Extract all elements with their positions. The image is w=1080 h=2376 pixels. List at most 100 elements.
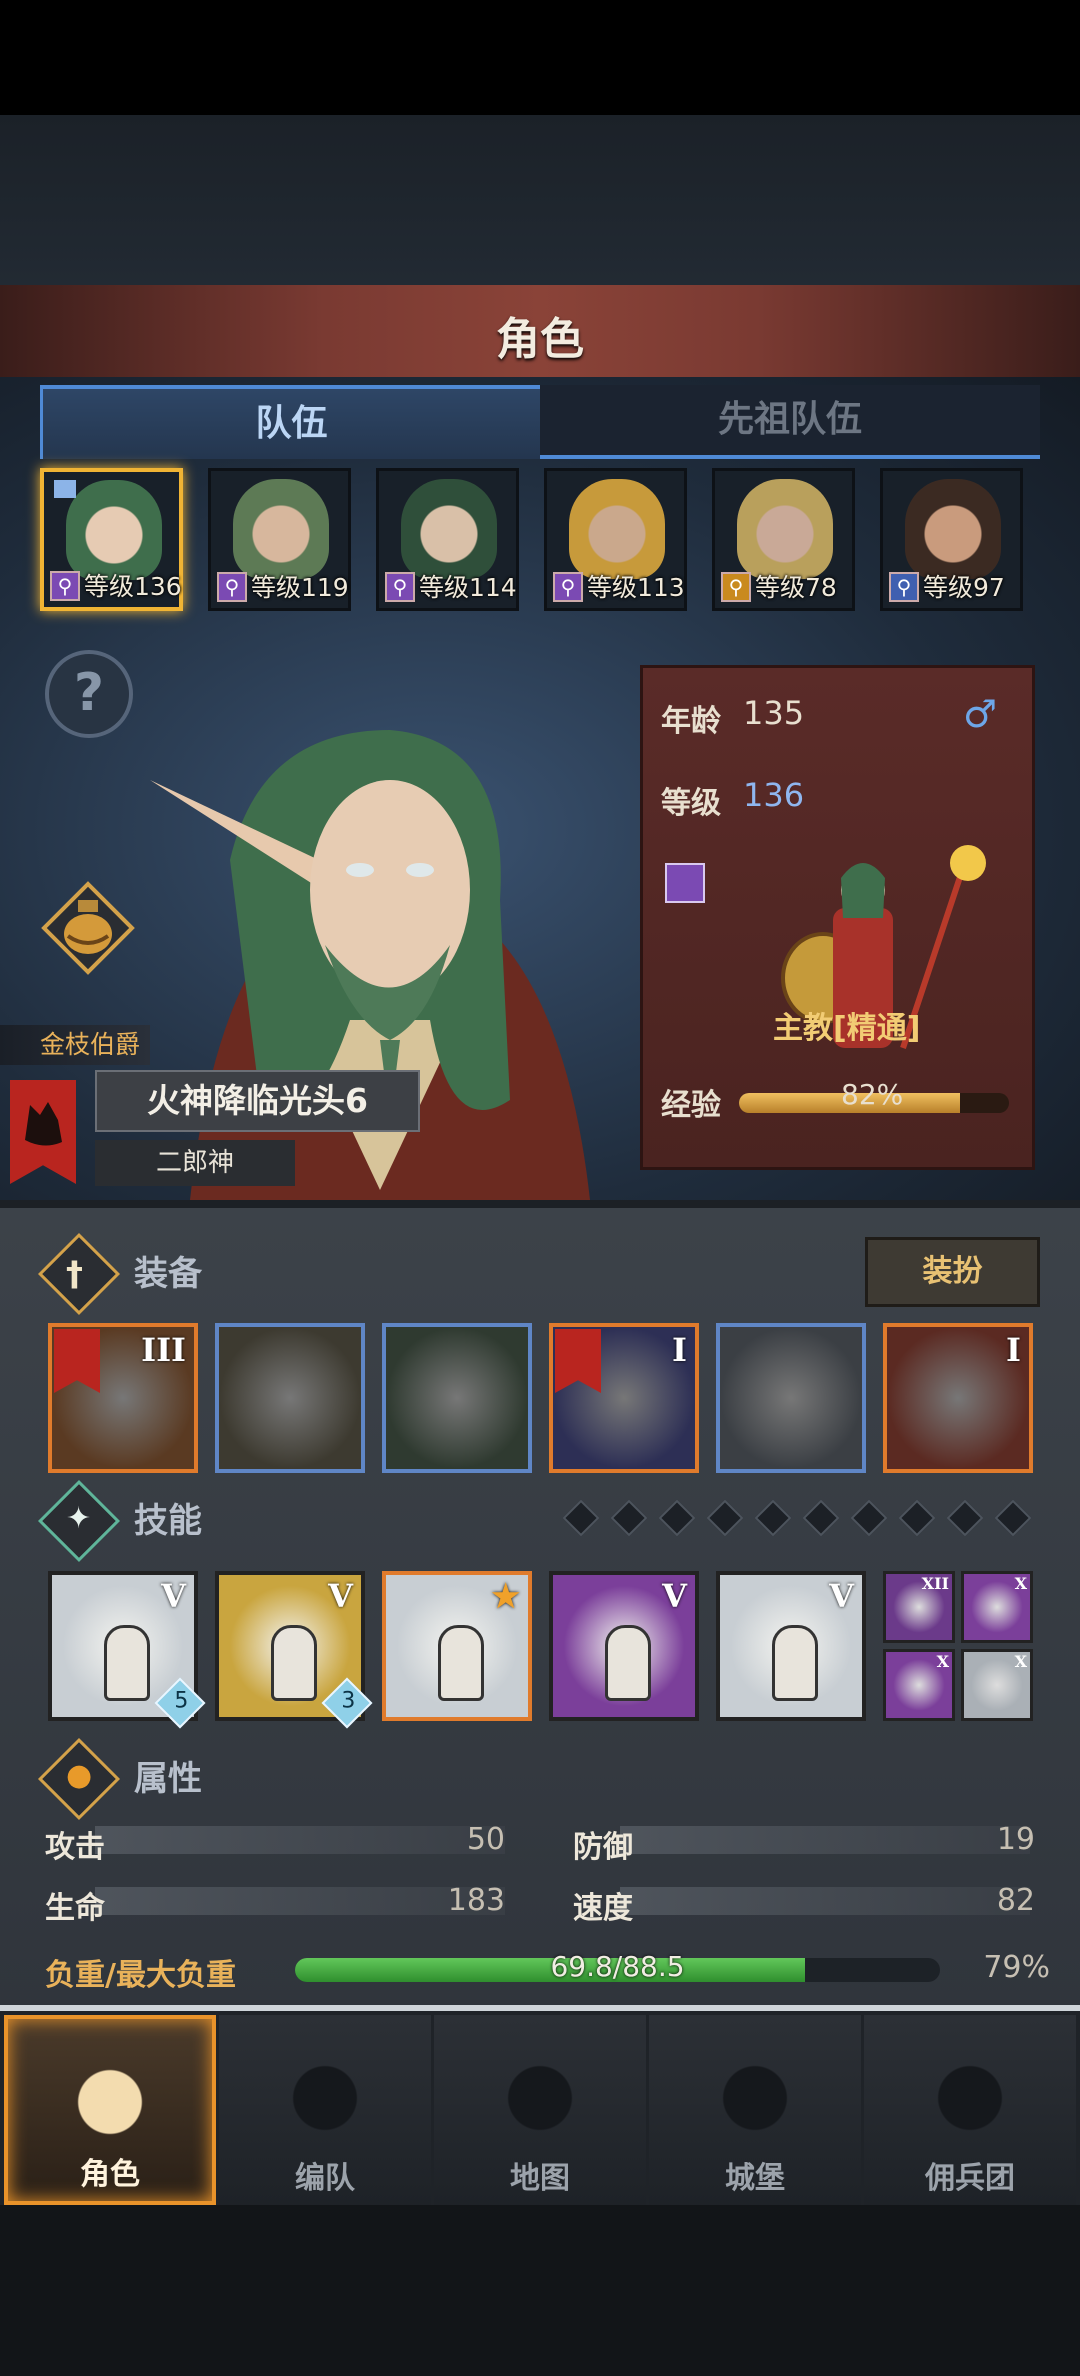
party-member-2[interactable]: ⚲ 等级119	[208, 468, 351, 611]
skill-rank-value: 3	[341, 1688, 356, 1714]
staff-icon[interactable]: III	[48, 1323, 198, 1473]
crystal-heal-skill-icon[interactable]: ★	[382, 1571, 532, 1721]
skills-header: 技能	[134, 1501, 202, 1541]
nav-label: 编队	[295, 2161, 355, 2196]
party-member-6[interactable]: ⚲ 等级97	[880, 468, 1023, 611]
member-portrait	[569, 479, 665, 579]
tier-label: XII	[921, 1574, 949, 1593]
party-member-5[interactable]: ⚲ 等级78	[712, 468, 855, 611]
burst-mini-icon[interactable]: X	[961, 1649, 1033, 1721]
party-member-4[interactable]: ⚲ 等级113	[544, 468, 687, 611]
skill-rank-badge: 5	[154, 1677, 206, 1729]
class-icon: ⚲	[721, 572, 751, 602]
defense-value: 19	[996, 1822, 1035, 1857]
party-member-3[interactable]: ⚲ 等级114	[376, 468, 519, 611]
wolf-icon	[25, 1102, 62, 1146]
tab-party[interactable]: 队伍	[40, 385, 543, 459]
faction-banner-icon	[555, 1329, 601, 1393]
defense-label: 防御	[573, 1830, 633, 1865]
tier-label: I	[1006, 1331, 1021, 1369]
member-level: 等级114	[419, 573, 517, 602]
compass-map-icon	[485, 2043, 595, 2153]
speed-label: 速度	[573, 1891, 633, 1926]
hood-icon[interactable]	[382, 1323, 532, 1473]
party-member-1[interactable]: ⚲ 等级136	[40, 468, 183, 611]
potion-button[interactable]	[40, 880, 136, 976]
nav-label: 城堡	[725, 2161, 785, 2196]
skill-figure	[271, 1625, 317, 1701]
skill-rank-value: 5	[174, 1688, 189, 1714]
character-name[interactable]: 火神降临光头6	[95, 1070, 420, 1132]
boots-icon[interactable]	[716, 1323, 866, 1473]
system-nav-area	[0, 2205, 1080, 2376]
page-title: 角色	[496, 314, 584, 365]
hp-value: 183	[447, 1883, 505, 1918]
help-button[interactable]: ?	[45, 650, 133, 738]
cross-mini-icon[interactable]: X	[883, 1649, 955, 1721]
title-bar: 角色	[0, 285, 1080, 380]
member-level: 等级78	[755, 573, 837, 602]
burst-mini-icon[interactable]: X	[961, 1571, 1033, 1643]
tier-label: I	[672, 1331, 687, 1369]
tier-label: V	[161, 1577, 186, 1615]
holy-shield-skill-icon[interactable]: V3	[215, 1571, 373, 1729]
person-icon: ●	[66, 1758, 93, 1793]
tier-label: V	[328, 1577, 353, 1615]
age-label: 年龄	[661, 704, 721, 739]
class-icon: ⚲	[385, 572, 415, 602]
load-percent: 79%	[983, 1950, 1050, 1985]
gender-male-icon: ♂	[963, 692, 998, 736]
class-name: 主教[精通]	[773, 1011, 921, 1046]
dress-up-button[interactable]: 装扮	[865, 1237, 1040, 1307]
trinket-icon[interactable]: I	[883, 1323, 1033, 1473]
level-value: 136	[743, 776, 805, 814]
helmet-icon	[270, 2043, 380, 2153]
nav-helmet[interactable]: 编队	[219, 2015, 431, 2205]
armor-icon[interactable]: I	[549, 1323, 699, 1473]
skill-figure	[104, 1625, 150, 1701]
lance-skill-icon[interactable]: V5	[48, 1571, 206, 1729]
character-info-panel: 年龄 135 ♂ 等级 136 主教[精通] 经验 82%	[640, 665, 1035, 1170]
tier-label: ★	[491, 1577, 520, 1615]
character-nickname: 二郎神	[95, 1140, 295, 1186]
attack-label: 攻击	[45, 1830, 105, 1865]
round-shield-icon[interactable]	[215, 1323, 365, 1473]
class-icon: ⚲	[553, 572, 583, 602]
noble-title: 金枝伯爵	[0, 1025, 150, 1065]
nav-knight[interactable]: 角色	[4, 2015, 216, 2205]
tier-label: X	[936, 1652, 949, 1671]
tier-label: X	[1014, 1652, 1027, 1671]
load-value: 69.8/88.5	[550, 1950, 685, 1983]
castle-icon	[700, 2043, 810, 2153]
skill-figure	[772, 1625, 818, 1701]
skill-figure	[605, 1625, 651, 1701]
crystal-hand-skill-icon[interactable]: V	[549, 1571, 699, 1721]
tier-label: V	[662, 1577, 687, 1615]
skill-rank-badge: 3	[321, 1677, 373, 1729]
nav-compass-map[interactable]: 地图	[434, 2015, 646, 2205]
star-icon: ✦	[66, 1501, 92, 1536]
tier-label: V	[829, 1577, 854, 1615]
class-icon: ⚲	[889, 572, 919, 602]
dagger-icon: †	[66, 1254, 83, 1294]
attack-value: 50	[466, 1822, 505, 1857]
potion-icon	[41, 881, 135, 975]
nav-mercenary[interactable]: 佣兵团	[864, 2015, 1076, 2205]
exp-percent: 82%	[841, 1078, 904, 1111]
level-label: 等级	[661, 786, 721, 821]
load-label: 负重/最大负重	[45, 1958, 236, 1993]
tier-label: III	[141, 1331, 186, 1369]
class-icon: ⚲	[50, 571, 80, 601]
spear-mini-icon[interactable]: XII	[883, 1571, 955, 1643]
member-level: 等级97	[923, 573, 1005, 602]
member-level: 等级113	[587, 573, 685, 602]
class-icon[interactable]	[665, 863, 705, 903]
top-band	[0, 115, 1080, 285]
tab-ancestor-party[interactable]: 先祖队伍	[540, 385, 1040, 459]
skill-figure	[438, 1625, 484, 1701]
crystal-hand-skill-icon[interactable]: V	[716, 1571, 866, 1721]
nav-castle[interactable]: 城堡	[649, 2015, 861, 2205]
speed-value: 82	[996, 1883, 1035, 1918]
status-bar	[0, 0, 1080, 115]
member-portrait	[737, 479, 833, 579]
